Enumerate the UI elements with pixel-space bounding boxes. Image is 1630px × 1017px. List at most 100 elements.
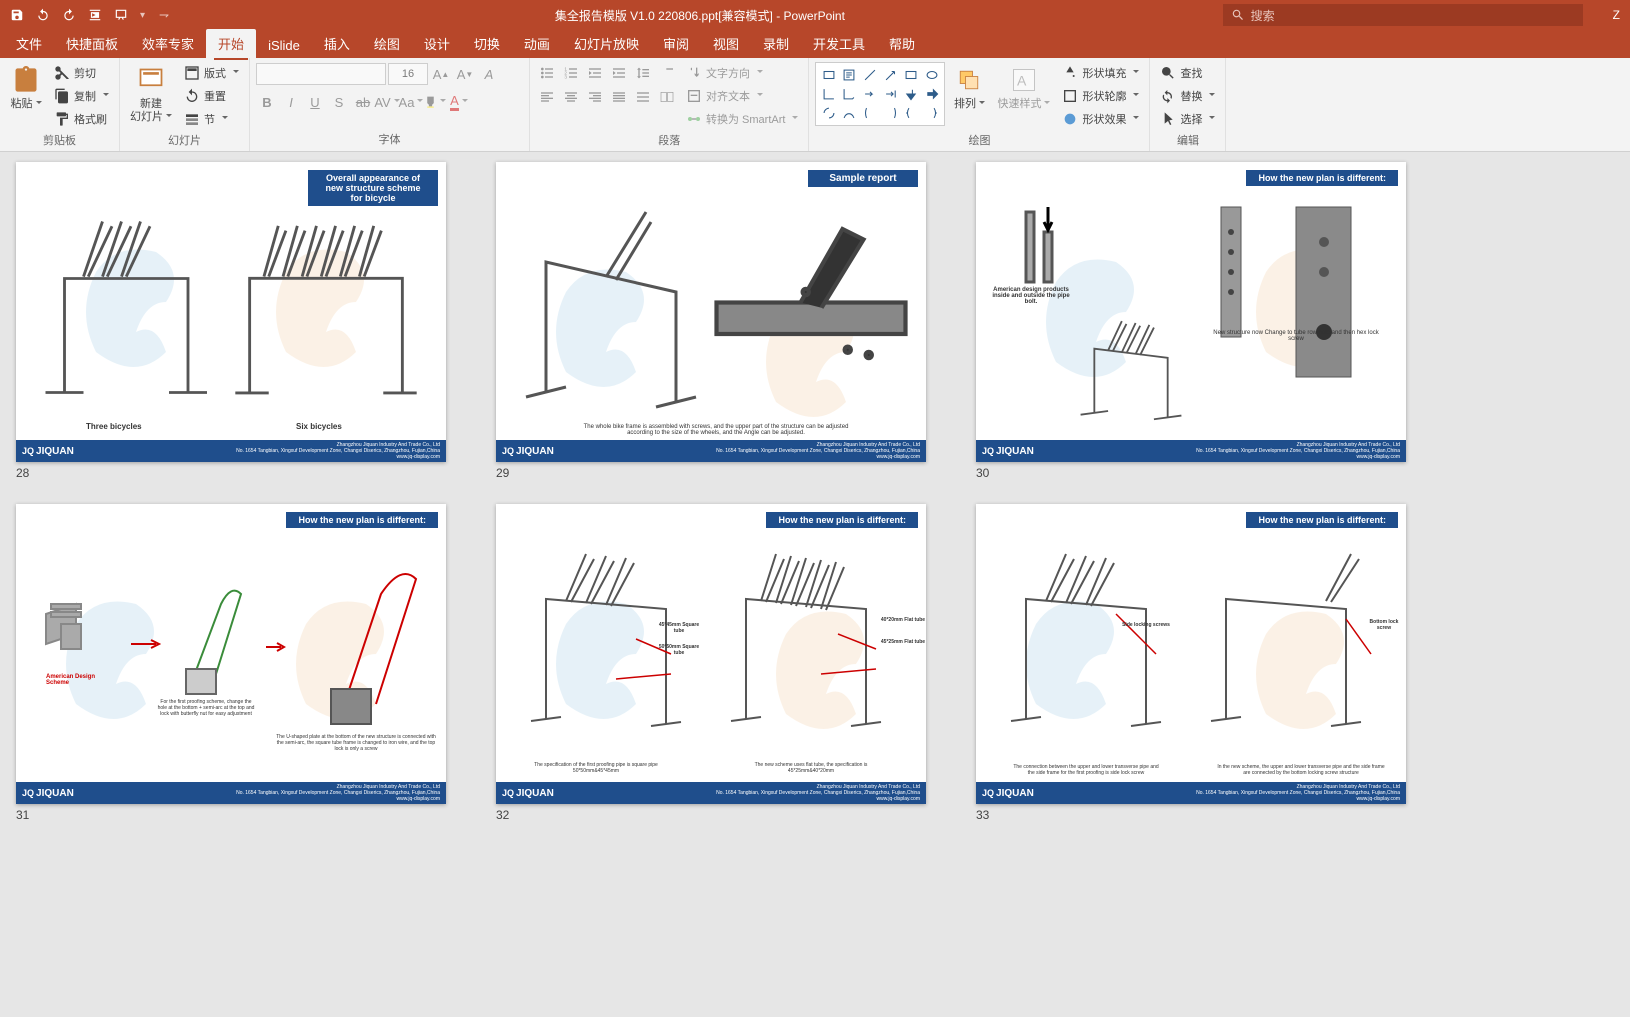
shadow-button[interactable]: S [328,91,350,113]
slide-32-caption-1: The specification of the first proofing … [521,762,671,774]
slide-32-label-1: 45*45mm Square tube [654,622,704,634]
search-icon [1231,8,1245,22]
ribbon: 粘贴 剪切 复制 格式刷 剪贴板 新建 幻灯片 版式 重置 节 幻灯片 [0,58,1630,152]
tab-devtools[interactable]: 开发工具 [801,29,877,58]
smartart-icon [686,111,702,127]
tab-help[interactable]: 帮助 [877,29,927,58]
tab-draw[interactable]: 绘图 [362,29,412,58]
tab-efficiency-expert[interactable]: 效率专家 [130,29,206,58]
group-drawing: 排列 A 快速样式 形状填充 形状轮廓 形状效果 绘图 [809,58,1150,151]
slide-31-text-1: For the first proofing scheme, change th… [156,699,256,717]
redo-button[interactable] [60,6,78,24]
replace-button[interactable]: 替换 [1156,85,1219,107]
slide-thumbnail-31[interactable]: How the new plan is different: American … [16,504,446,822]
strikethrough-button[interactable]: ab [352,91,374,113]
numbering-button[interactable]: 123 [560,62,582,84]
clipboard-icon [10,64,42,96]
slide-thumbnail-29[interactable]: Sample report The whole bike frame is as… [496,162,926,480]
align-text-button[interactable]: 对齐文本 [682,85,802,107]
bullets-button[interactable] [536,62,558,84]
shape-outline-button[interactable]: 形状轮廓 [1058,85,1143,107]
align-right-button[interactable] [584,86,606,108]
shape-effects-button[interactable]: 形状效果 [1058,108,1143,130]
char-spacing-button[interactable]: AV [376,91,398,113]
clear-formatting-button[interactable]: A [478,63,500,85]
slide-thumbnail-30[interactable]: How the new plan is different: American … [976,162,1406,480]
group-editing-label: 编辑 [1156,130,1219,150]
align-center-button[interactable] [560,86,582,108]
font-name-combo[interactable] [256,63,386,85]
new-slide-button[interactable]: 新建 幻灯片 [126,62,176,126]
group-paragraph: 123 文字方向 对齐文本 转换为 SmartArt 段落 [530,58,809,151]
tab-record[interactable]: 录制 [751,29,801,58]
group-editing: 查找 替换 选择 编辑 [1150,58,1226,151]
slideshow-from-beginning-button[interactable] [86,6,104,24]
group-clipboard: 粘贴 剪切 复制 格式刷 剪贴板 [0,58,120,151]
quick-styles-button[interactable]: A 快速样式 [993,62,1054,113]
decrease-font-button[interactable]: A▼ [454,63,476,85]
bold-button[interactable]: B [256,91,278,113]
slide-29-caption: The whole bike frame is assembled with s… [576,424,856,436]
svg-text:A: A [1017,72,1027,88]
text-direction-icon [686,65,702,81]
account-short[interactable]: Z [1603,8,1630,22]
reset-button[interactable]: 重置 [180,85,243,107]
find-button[interactable]: 查找 [1156,62,1219,84]
shape-fill-button[interactable]: 形状填充 [1058,62,1143,84]
tab-islide[interactable]: iSlide [256,33,312,58]
tab-quick-panel[interactable]: 快捷面板 [54,29,130,58]
slide-thumbnail-32[interactable]: How the new plan is different: 45*45mm S… [496,504,926,822]
save-button[interactable] [8,6,26,24]
slide-sorter-area[interactable]: Overall appearance of new structure sche… [0,152,1630,1017]
underline-button[interactable]: U [304,91,326,113]
qat-more-icon[interactable]: ▾ [140,10,145,21]
tab-home[interactable]: 开始 [206,29,256,58]
align-left-button[interactable] [536,86,558,108]
text-direction-button[interactable]: 文字方向 [682,62,802,84]
slide-number-30: 30 [976,466,1406,480]
change-case-button[interactable]: Aa [400,91,422,113]
increase-indent-button[interactable] [608,62,630,84]
tab-file[interactable]: 文件 [4,29,54,58]
layout-button[interactable]: 版式 [180,62,243,84]
group-slides-label: 幻灯片 [126,130,243,150]
group-font-label: 字体 [256,129,523,149]
convert-smartart-button[interactable]: 转换为 SmartArt [682,108,802,130]
cut-button[interactable]: 剪切 [50,62,113,84]
italic-button[interactable]: I [280,91,302,113]
slide-thumbnail-28[interactable]: Overall appearance of new structure sche… [16,162,446,480]
select-button[interactable]: 选择 [1156,108,1219,130]
svg-text:3: 3 [564,74,567,79]
line-spacing-button[interactable] [632,62,654,84]
highlight-icon [424,94,437,110]
tab-review[interactable]: 审阅 [651,29,701,58]
section-button[interactable]: 节 [180,108,243,130]
font-color-button[interactable]: A [448,91,470,113]
distribute-button[interactable] [632,86,654,108]
increase-font-button[interactable]: A▲ [430,63,452,85]
tab-transitions[interactable]: 切换 [462,29,512,58]
arrange-button[interactable]: 排列 [949,62,989,113]
tab-insert[interactable]: 插入 [312,29,362,58]
columns-2-button[interactable] [656,86,678,108]
highlight-button[interactable] [424,91,446,113]
search-box[interactable]: 搜索 [1223,4,1583,26]
justify-button[interactable] [608,86,630,108]
decrease-indent-button[interactable] [584,62,606,84]
tab-animations[interactable]: 动画 [512,29,562,58]
tab-design[interactable]: 设计 [412,29,462,58]
quick-styles-icon: A [1008,64,1040,96]
present-button[interactable] [112,6,130,24]
shapes-gallery[interactable] [815,62,945,126]
undo-button[interactable] [34,6,52,24]
columns-button[interactable] [656,62,678,84]
paste-button[interactable]: 粘贴 [6,62,46,113]
font-size-combo[interactable] [388,63,428,85]
slide-30-text-2: New structure now Change to tube row hol… [1206,330,1386,342]
tab-slideshow[interactable]: 幻灯片放映 [562,29,651,58]
qat-customize-icon[interactable]: ⇁ [159,8,169,22]
copy-button[interactable]: 复制 [50,85,113,107]
format-painter-button[interactable]: 格式刷 [50,108,113,130]
slide-thumbnail-33[interactable]: How the new plan is different: Side lock… [976,504,1406,822]
tab-view[interactable]: 视图 [701,29,751,58]
